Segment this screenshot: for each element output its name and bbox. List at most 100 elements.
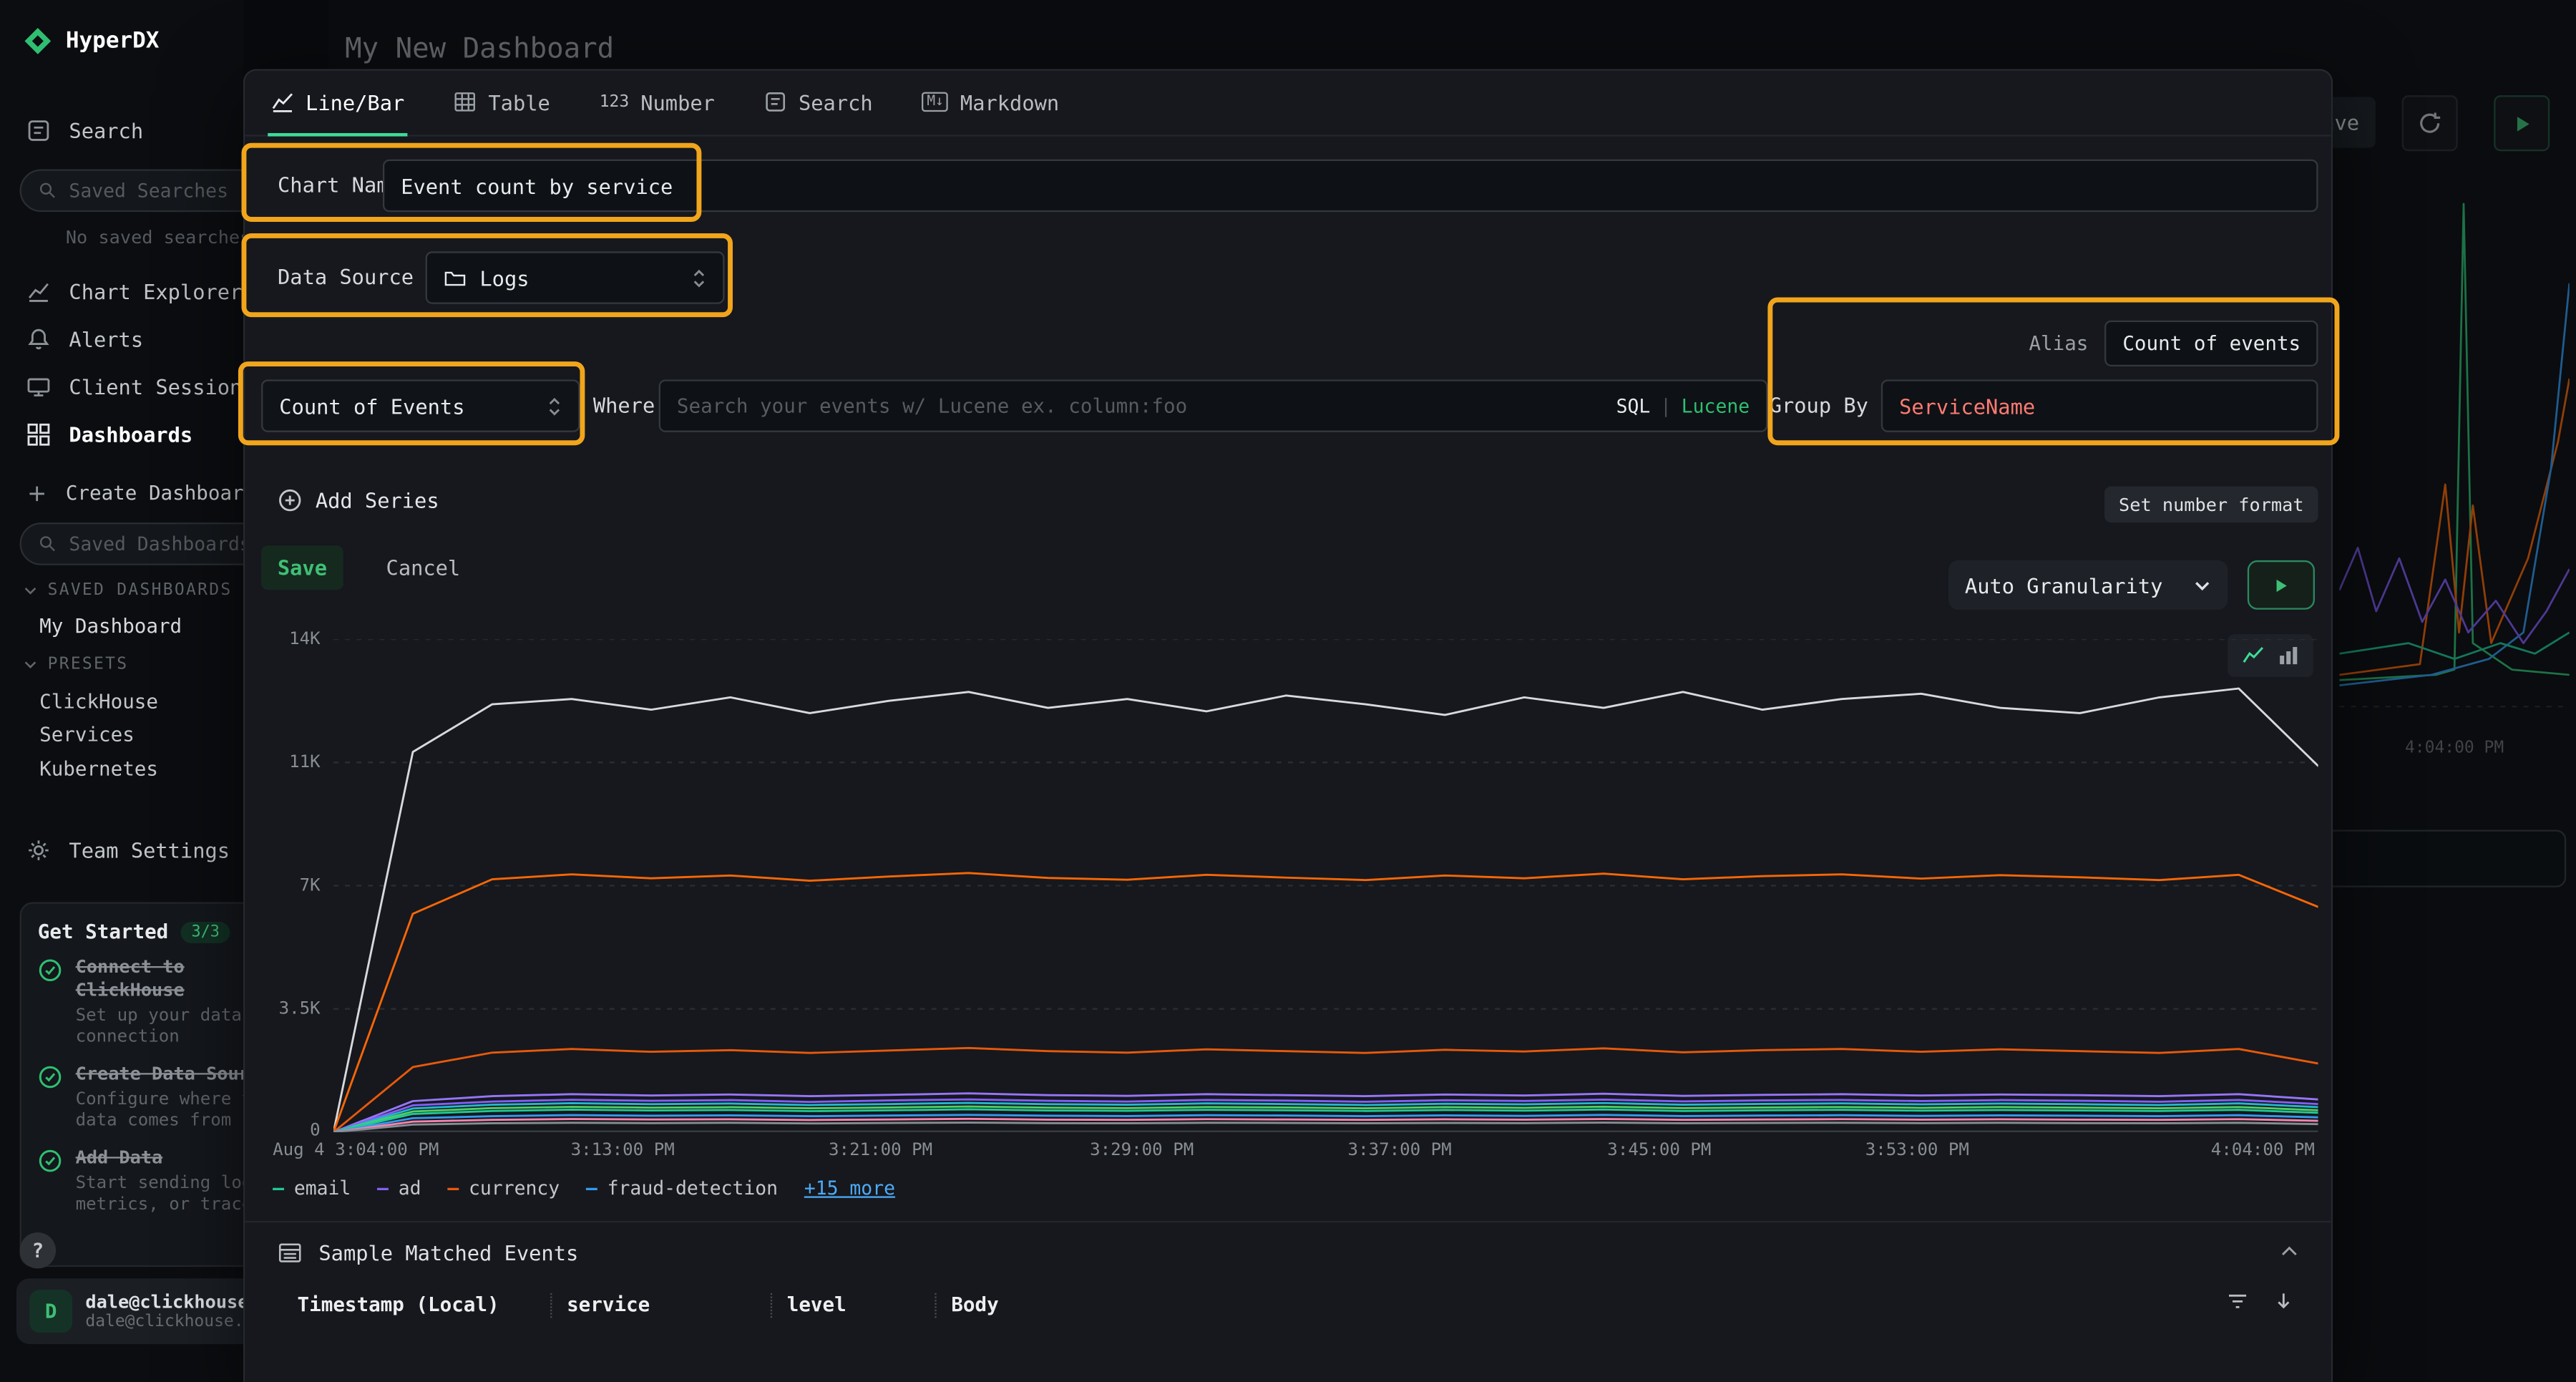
where-search-box: SQL | Lucene — [659, 379, 1768, 432]
where-search-input[interactable] — [677, 394, 1603, 417]
saved-dashboards-field[interactable] — [69, 532, 250, 555]
tab-label: Markdown — [960, 89, 1059, 114]
x-axis-tick: 3:53:00 PM — [1865, 1140, 1969, 1160]
sidebar-item-my-dashboard[interactable]: My Dashboard — [39, 615, 182, 638]
brand-name: HyperDX — [66, 28, 160, 54]
get-started-title: Get Started — [38, 920, 168, 943]
table-icon — [454, 90, 477, 113]
x-axis-tick: 3:37:00 PM — [1348, 1140, 1452, 1160]
markdown-icon: M↓ — [922, 92, 949, 112]
column-divider — [550, 1293, 552, 1318]
sidebar-item-kubernetes[interactable]: Kubernetes — [39, 757, 158, 780]
filter-columns-icon[interactable] — [2226, 1290, 2249, 1313]
updown-chevrons-icon — [547, 395, 562, 417]
legend-label: email — [294, 1177, 351, 1199]
section-label: Saved Dashboards — [48, 582, 233, 600]
sidebar-item-services[interactable]: Services — [39, 723, 135, 746]
add-series-button[interactable]: Add Series — [278, 488, 439, 512]
legend-label: currency — [469, 1177, 560, 1199]
timeseries-chart: 14K 11K 7K 3.5K 0 Aug 4 3:04:00 PM 3:13:… — [261, 639, 2318, 1207]
sort-descending-icon[interactable] — [2272, 1290, 2295, 1313]
group-by-label: Group By — [1770, 379, 1868, 432]
editor-tabs: Line/Bar Table 123 Number Search M↓ Ma — [245, 71, 2331, 137]
column-divider — [935, 1293, 936, 1318]
group-by-input[interactable] — [1881, 379, 2318, 432]
x-axis-tick: 3:21:00 PM — [829, 1140, 932, 1160]
query-language-toggle[interactable]: SQL | Lucene — [1616, 394, 1750, 417]
section-presets[interactable]: Presets — [23, 656, 128, 673]
plus-circle-icon — [278, 488, 302, 512]
legend-item-email[interactable]: — email — [273, 1177, 351, 1199]
section-divider — [245, 1221, 2331, 1222]
column-header-level[interactable]: level — [787, 1293, 847, 1316]
sql-option[interactable]: SQL — [1616, 394, 1651, 417]
sidebar-item-label: Team Settings — [69, 837, 230, 862]
legend-item-currency[interactable]: — currency — [447, 1177, 560, 1199]
sidebar-item-label: Chart Explorer — [69, 278, 242, 303]
legend-item-ad[interactable]: — ad — [377, 1177, 421, 1199]
folder-icon — [444, 266, 467, 289]
lucene-option[interactable]: Lucene — [1682, 394, 1750, 417]
tab-label: Line/Bar — [306, 89, 404, 114]
column-header-timestamp[interactable]: Timestamp (Local) — [298, 1293, 499, 1316]
collapse-section-icon[interactable] — [2278, 1240, 2300, 1262]
sidebar-item-clickhouse[interactable]: ClickHouse — [39, 690, 158, 713]
tab-label: Table — [488, 89, 550, 114]
add-series-label: Add Series — [316, 488, 439, 512]
tab-line-bar[interactable]: Line/Bar — [268, 71, 408, 137]
chart-plot-area[interactable] — [333, 639, 2318, 1132]
saved-searches-field[interactable] — [69, 179, 250, 202]
column-divider — [771, 1293, 772, 1318]
y-axis-tick: 14K — [261, 629, 321, 649]
check-circle-icon — [38, 958, 62, 1050]
where-label: Where — [593, 379, 655, 432]
tab-markdown[interactable]: M↓ Markdown — [919, 71, 1063, 137]
data-source-label: Data Source — [278, 251, 414, 303]
granularity-select[interactable]: Auto Granularity — [1948, 560, 2228, 610]
granularity-value: Auto Granularity — [1965, 573, 2162, 597]
search-doc-icon — [26, 117, 51, 142]
legend-more-link[interactable]: +15 more — [804, 1177, 895, 1199]
plus-icon — [26, 482, 48, 504]
chevron-down-icon — [23, 657, 38, 672]
play-icon — [2272, 576, 2290, 594]
chart-name-input[interactable] — [383, 160, 2318, 212]
tab-label: Number — [640, 89, 715, 114]
events-table-icon — [278, 1240, 302, 1265]
legend-item-fraud-detection[interactable]: — fraud-detection — [586, 1177, 778, 1199]
chart-editor-modal: Line/Bar Table 123 Number Search M↓ Ma — [243, 69, 2333, 1381]
legend-swatch: — — [586, 1177, 597, 1199]
x-axis-tick: 4:04:00 PM — [2211, 1140, 2315, 1160]
no-saved-searches-text: No saved searches — [66, 227, 251, 248]
chevron-down-icon — [2193, 576, 2211, 594]
data-source-select[interactable]: Logs — [426, 251, 725, 303]
legend-label: ad — [399, 1177, 421, 1199]
sample-matched-events-title: Sample Matched Events — [318, 1240, 578, 1265]
x-axis-tick: 3:29:00 PM — [1090, 1140, 1194, 1160]
set-number-format-button[interactable]: Set number format — [2104, 487, 2318, 523]
aggregation-select[interactable]: Count of Events — [261, 379, 580, 432]
legend-swatch: — — [447, 1177, 459, 1199]
tab-table[interactable]: Table — [451, 71, 554, 137]
sample-matched-events-header[interactable]: Sample Matched Events — [278, 1240, 578, 1265]
search-doc-icon — [764, 90, 787, 113]
cancel-button[interactable]: Cancel — [373, 545, 473, 590]
x-axis-tick: Aug 4 3:04:00 PM — [273, 1140, 439, 1160]
sidebar-item-label: Search — [69, 117, 143, 142]
tab-search[interactable]: Search — [761, 71, 876, 137]
alias-label: Alias — [2029, 321, 2088, 366]
brand[interactable]: HyperDX — [23, 26, 159, 56]
section-label: Presets — [48, 656, 129, 673]
column-header-service[interactable]: service — [567, 1293, 650, 1316]
magnifier-icon — [38, 181, 58, 201]
hyperdx-logo-icon — [23, 26, 52, 56]
alias-input[interactable] — [2104, 321, 2318, 366]
save-button[interactable]: Save — [261, 545, 343, 590]
section-saved-dashboards[interactable]: Saved Dashboards — [23, 582, 232, 600]
run-chart-button[interactable] — [2248, 560, 2315, 610]
tab-number[interactable]: 123 Number — [596, 71, 718, 137]
app-root: My New Dashboard Save 4:04:00 PM HyperDX… — [0, 0, 2576, 1382]
chart-legend: — email — ad — currency — fraud-detectio… — [273, 1177, 895, 1199]
help-button[interactable]: ? — [20, 1232, 57, 1269]
column-header-body[interactable]: Body — [951, 1293, 998, 1316]
